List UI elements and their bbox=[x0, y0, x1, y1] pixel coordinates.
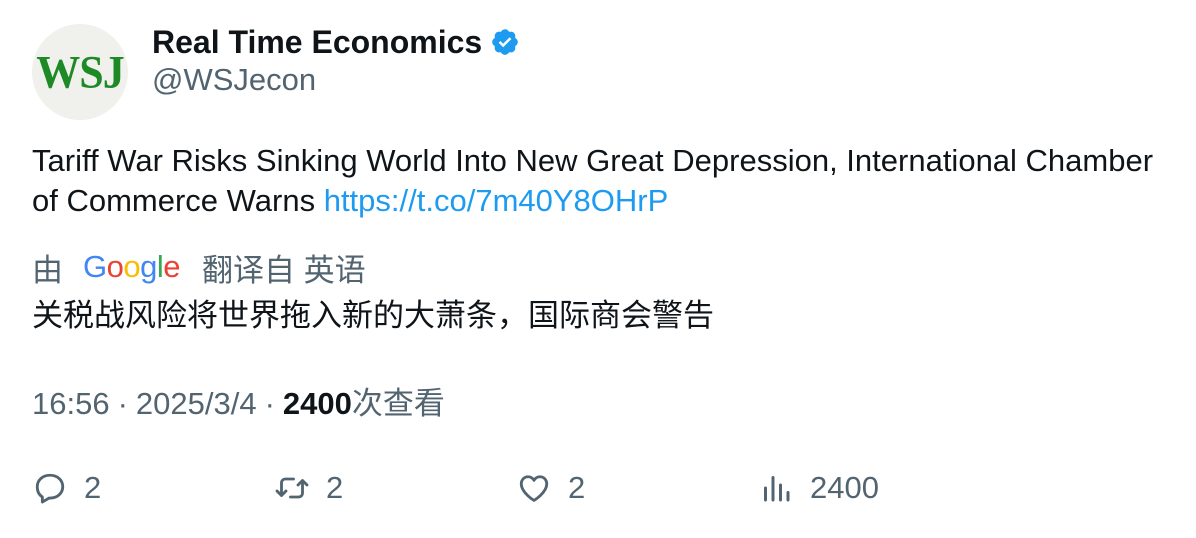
retweet-button[interactable]: 2 bbox=[274, 470, 343, 506]
tweet-actions: 2 2 2 2400 bbox=[32, 470, 1162, 514]
google-letter: G bbox=[83, 249, 107, 284]
google-letter: e bbox=[163, 249, 181, 284]
meta-separator: · bbox=[117, 386, 128, 421]
google-letter: o bbox=[106, 249, 124, 284]
views-count: 2400 bbox=[282, 386, 352, 421]
tweet-time[interactable]: 16:56 bbox=[32, 384, 110, 424]
bar-chart-icon bbox=[764, 476, 790, 502]
retweet-icon bbox=[275, 477, 309, 499]
reply-count: 2 bbox=[84, 470, 102, 505]
google-letter: g bbox=[140, 249, 157, 284]
reply-icon bbox=[35, 473, 65, 504]
translation-prefix: 由 bbox=[32, 252, 63, 288]
google-logo: G o o g l e bbox=[83, 249, 181, 285]
tweet-date[interactable]: 2025/3/4 bbox=[136, 384, 257, 424]
like-button[interactable]: 2 bbox=[516, 470, 585, 506]
author-name-row: Real Time Economics bbox=[152, 22, 520, 62]
views-button[interactable]: 2400 bbox=[758, 470, 879, 506]
google-letter: o bbox=[123, 249, 141, 284]
translation-suffix: 翻译自 英语 bbox=[202, 252, 366, 288]
display-name[interactable]: Real Time Economics bbox=[152, 24, 482, 61]
translation-attribution: 由 G o o g l e 翻译自 英语 bbox=[32, 246, 366, 288]
avatar[interactable]: WSJ bbox=[32, 24, 128, 120]
views-action-count: 2400 bbox=[810, 470, 879, 505]
like-count: 2 bbox=[568, 470, 586, 505]
author-handle[interactable]: @WSJecon bbox=[152, 62, 316, 98]
avatar-logo-text: WSJ bbox=[36, 46, 124, 98]
heart-icon bbox=[519, 475, 549, 502]
tweet-meta: 16:56 · 2025/3/4 · 2400 次查看 bbox=[32, 384, 445, 424]
translated-text: 关税战风险将世界拖入新的大萧条，国际商会警告 bbox=[32, 298, 714, 333]
tweet-link[interactable]: https://t.co/7m40Y8OHrP bbox=[324, 183, 669, 218]
views-label: 次查看 bbox=[351, 386, 445, 421]
tweet-text: Tariff War Risks Sinking World Into New … bbox=[32, 141, 1162, 221]
meta-separator: · bbox=[264, 386, 275, 421]
verified-badge-icon[interactable] bbox=[490, 27, 520, 57]
retweet-count: 2 bbox=[326, 470, 344, 505]
reply-button[interactable]: 2 bbox=[32, 470, 101, 506]
